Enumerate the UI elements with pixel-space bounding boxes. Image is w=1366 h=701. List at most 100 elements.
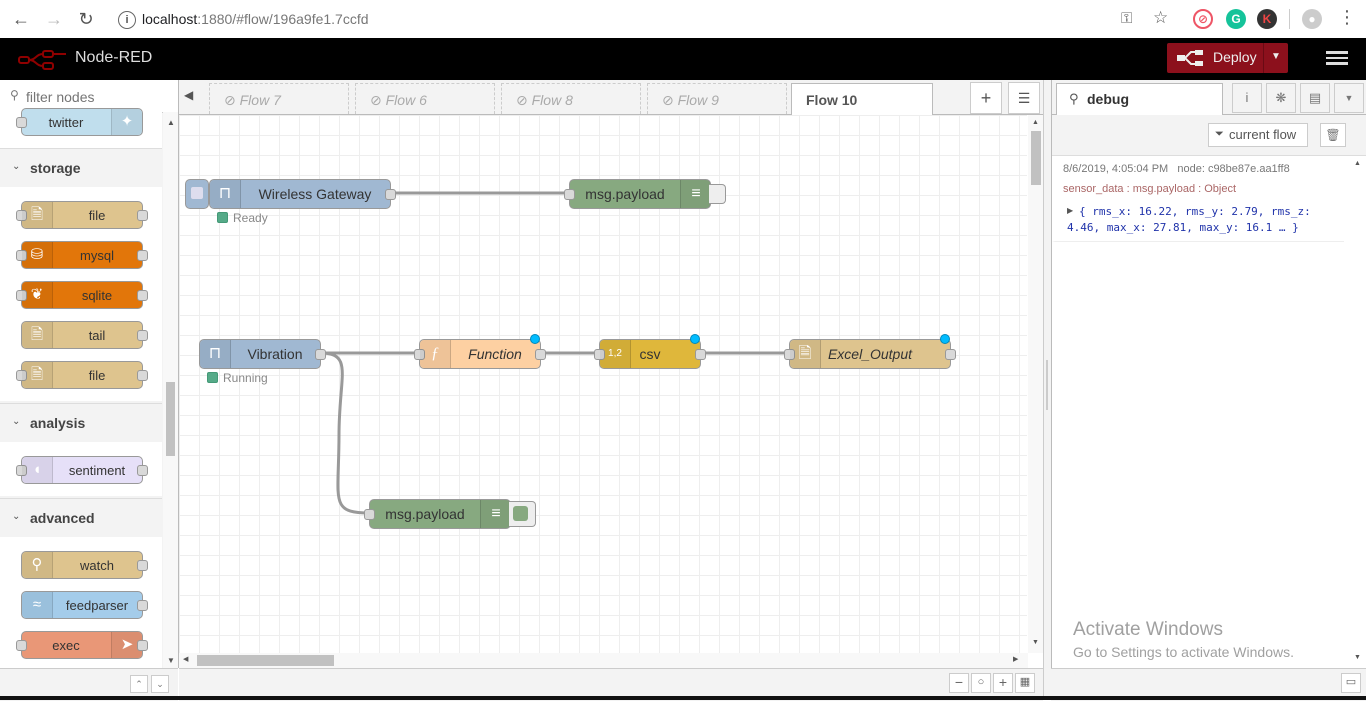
scroll-down-icon[interactable]: ▼ xyxy=(167,656,175,665)
list-flows-icon[interactable]: ☰ xyxy=(1008,82,1040,114)
node-debug-2[interactable]: msg.payload ≡ xyxy=(364,499,511,529)
tab-flow-6[interactable]: ⊘ Flow 6 xyxy=(355,83,495,114)
dashboard-chart-icon[interactable]: ▤ xyxy=(1300,83,1330,113)
canvas-horizontal-scrollbar[interactable]: ◀ ▶ xyxy=(179,653,1028,668)
address-bar[interactable]: i localhost:1880/#flow/196a9fe1.7ccfd ⚿ … xyxy=(108,4,1188,34)
grammarly-icon[interactable]: G xyxy=(1226,9,1246,29)
main-menu-icon[interactable] xyxy=(1326,48,1348,70)
separator-grip xyxy=(1046,360,1048,410)
deploy-button[interactable]: Deploy ▼ xyxy=(1167,43,1288,73)
node-function[interactable]: ƒ Function xyxy=(414,334,546,369)
scroll-up-icon[interactable]: ▲ xyxy=(167,118,175,127)
browser-menu-icon[interactable]: ⋮ xyxy=(1338,8,1356,26)
message-payload[interactable]: { rms_x: 16.22, rms_y: 2.79, rms_z: 4.46… xyxy=(1067,204,1337,236)
scroll-up-icon[interactable]: ▲ xyxy=(1354,160,1361,167)
key-icon[interactable]: ⚿ xyxy=(1121,10,1132,27)
palette-scroll-thumb[interactable] xyxy=(166,382,175,456)
tab-debug[interactable]: ⚲ debug xyxy=(1056,83,1223,116)
node-red-logo xyxy=(18,50,66,70)
profile-avatar[interactable]: ● xyxy=(1302,9,1322,29)
node-excel-output[interactable]: 🗎 Excel_Output xyxy=(784,334,956,369)
palette-node-label: watch xyxy=(80,558,114,573)
current-flow-filter-button[interactable]: ⏷ current flow xyxy=(1208,123,1308,147)
node-wireless-gateway[interactable]: ⊓ Wireless Gateway xyxy=(209,179,396,209)
zoom-reset-button[interactable]: ○ xyxy=(971,673,991,693)
node-debug-1[interactable]: msg.payload ≡ xyxy=(564,179,711,209)
star-icon[interactable]: ☆ xyxy=(1153,8,1168,28)
tab-flow-10[interactable]: Flow 10 xyxy=(791,83,933,116)
node-output-port[interactable] xyxy=(695,349,706,360)
palette-node-exec[interactable]: exec ➤ xyxy=(16,631,148,659)
node-output-port[interactable] xyxy=(945,349,956,360)
expand-all-icon[interactable]: ⌄ xyxy=(151,675,169,693)
palette-node-sqlite[interactable]: ❦ sqlite xyxy=(16,281,148,309)
site-info-icon[interactable]: i xyxy=(118,11,136,29)
open-window-icon[interactable]: ▭ xyxy=(1341,673,1361,693)
node-output-port xyxy=(137,210,148,221)
node-label: Function xyxy=(468,346,522,362)
tab-flow-7[interactable]: ⊘ Flow 7 xyxy=(209,83,349,114)
node-output-port xyxy=(137,370,148,381)
palette-node-tail[interactable]: 🗎 tail xyxy=(21,321,148,349)
extension-k-icon[interactable]: K xyxy=(1257,9,1277,29)
palette-category-storage[interactable]: ⌄ storage xyxy=(0,148,162,188)
url-text[interactable]: localhost:1880/#flow/196a9fe1.7ccfd xyxy=(142,11,369,27)
message-node-id[interactable]: node: c98be87e.aa1ff8 xyxy=(1177,163,1289,175)
palette-category-advanced[interactable]: ⌄ advanced xyxy=(0,498,162,538)
palette-node-file-in[interactable]: 🗎 file xyxy=(16,201,148,229)
node-vibration[interactable]: ⊓ Vibration xyxy=(199,339,326,369)
message-timestamp: 8/6/2019, 4:05:04 PM xyxy=(1063,163,1169,175)
deploy-menu-caret-icon[interactable]: ▼ xyxy=(1271,51,1281,62)
node-csv[interactable]: 1,2 csv xyxy=(594,334,706,369)
debug-message[interactable]: 8/6/2019, 4:05:04 PM node: c98be87e.aa1f… xyxy=(1052,156,1344,242)
palette-node-mysql[interactable]: ⛁ mysql xyxy=(16,241,148,269)
palette-node-label: twitter xyxy=(48,115,84,130)
back-icon[interactable]: ← xyxy=(10,8,32,30)
inject-button-wireless[interactable] xyxy=(185,179,209,209)
palette-node-twitter[interactable]: twitter ✦ xyxy=(16,108,143,136)
palette-node-file-out[interactable]: 🗎 file xyxy=(16,361,148,389)
tab-flow-9[interactable]: ⊘ Flow 9 xyxy=(647,83,787,114)
sidebar-scrollbar[interactable]: ▲ ▼ xyxy=(1350,156,1366,668)
scroll-right-icon[interactable]: ▶ xyxy=(1013,655,1018,663)
palette-node-watch[interactable]: ⚲ watch xyxy=(21,551,148,579)
palette-node-sentiment[interactable]: ◖ sentiment xyxy=(16,456,148,484)
clear-messages-trash-icon[interactable]: 🗑 xyxy=(1320,123,1346,147)
debug-list-icon: ≡ xyxy=(480,500,511,528)
palette-node-feedparser[interactable]: ≈ feedparser xyxy=(21,591,148,619)
scroll-down-icon[interactable]: ▼ xyxy=(1354,654,1361,661)
debug-bug-icon[interactable]: ❋ xyxy=(1266,83,1296,113)
node-status-wireless: Ready xyxy=(217,211,268,225)
sidebar-menu-caret-icon[interactable]: ▼ xyxy=(1334,83,1364,113)
scroll-left-icon[interactable]: ◀ xyxy=(183,655,188,663)
zoom-out-button[interactable]: − xyxy=(949,673,969,693)
scroll-down-icon[interactable]: ▼ xyxy=(1032,639,1039,646)
canvas-horizontal-thumb[interactable] xyxy=(197,655,334,666)
zoom-in-button[interactable]: + xyxy=(993,673,1013,693)
node-output-port[interactable] xyxy=(315,349,326,360)
file-out-icon: 🗎 xyxy=(790,340,821,368)
palette-category-analysis[interactable]: ⌄ analysis xyxy=(0,403,162,443)
debug-toggle-1[interactable] xyxy=(709,184,726,204)
node-output-port[interactable] xyxy=(535,349,546,360)
debug-toggle-2[interactable] xyxy=(509,501,536,527)
palette-scrollbar[interactable]: ▲ ▼ xyxy=(163,112,178,668)
flow-canvas[interactable]: ⊓ Wireless Gateway Ready msg.payload ≡ ⊓… xyxy=(179,115,1027,653)
filter-nodes-input[interactable] xyxy=(24,86,168,108)
palette-node-label: tail xyxy=(88,328,106,343)
tab-flow-8[interactable]: ⊘ Flow 8 xyxy=(501,83,641,114)
canvas-vertical-thumb[interactable] xyxy=(1031,131,1041,185)
changed-indicator xyxy=(940,334,950,344)
canvas-vertical-scrollbar[interactable]: ▲ ▼ xyxy=(1028,115,1043,653)
navigator-map-icon[interactable]: ▦ xyxy=(1015,673,1035,693)
node-output-port[interactable] xyxy=(385,189,396,200)
scroll-tabs-left-icon[interactable]: ◀ xyxy=(184,88,193,102)
scroll-up-icon[interactable]: ▲ xyxy=(1032,119,1039,126)
add-flow-button[interactable]: + xyxy=(970,82,1002,114)
info-icon[interactable]: i xyxy=(1232,83,1262,113)
debug-list-icon: ≡ xyxy=(680,180,711,208)
collapse-all-icon[interactable]: ⌃ xyxy=(130,675,148,693)
extension-icon[interactable]: ⊘ xyxy=(1193,9,1213,29)
reload-icon[interactable]: ↻ xyxy=(75,8,97,30)
forward-icon[interactable]: → xyxy=(43,8,65,30)
